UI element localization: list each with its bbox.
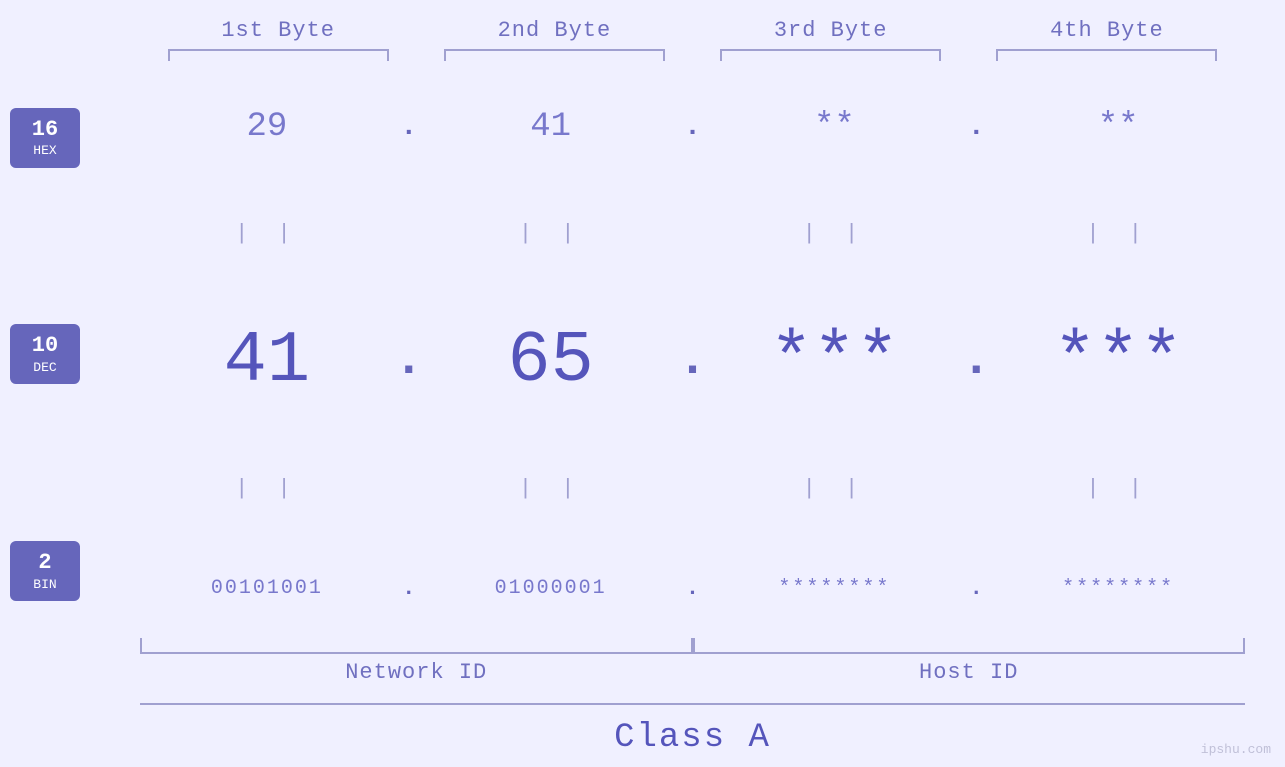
eq1-b4: | | bbox=[991, 221, 1245, 246]
hex-b4-value: ** bbox=[1098, 108, 1139, 146]
byte4-header: 4th Byte bbox=[969, 18, 1245, 43]
bin-b4-cell: ******** bbox=[991, 577, 1245, 600]
bracket-cell-1 bbox=[140, 49, 416, 61]
equals-row-1: | | | | | | | | bbox=[140, 221, 1245, 246]
bin-dot1: . bbox=[394, 576, 424, 601]
base-labels: 16 HEX 10 DEC 2 BIN bbox=[0, 71, 140, 638]
bin-num: 2 bbox=[38, 550, 51, 576]
dec-b2-value: 65 bbox=[507, 320, 593, 402]
bin-b3-value: ******** bbox=[778, 577, 890, 600]
class-label: Class A bbox=[614, 719, 771, 757]
hex-b2-value: 41 bbox=[530, 108, 571, 146]
network-id-label: Network ID bbox=[140, 660, 693, 685]
hex-badge: 16 HEX bbox=[10, 108, 80, 168]
bin-b2-cell: 01000001 bbox=[424, 577, 678, 600]
bottom-section: Network ID Host ID bbox=[140, 638, 1245, 695]
host-bracket bbox=[693, 638, 1246, 654]
eq1-b1: | | bbox=[140, 221, 394, 246]
hex-b3-value: ** bbox=[814, 108, 855, 146]
rows-section: 29 . 41 . ** . ** | | | | bbox=[140, 71, 1285, 638]
main-content: 16 HEX 10 DEC 2 BIN 29 . bbox=[0, 71, 1285, 638]
eq2-b3: | | bbox=[708, 476, 962, 501]
bin-b1-cell: 00101001 bbox=[140, 577, 394, 600]
bin-row: 00101001 . 01000001 . ******** . *******… bbox=[140, 576, 1245, 601]
dec-b1-cell: 41 bbox=[140, 320, 394, 402]
bracket-cell-4 bbox=[969, 49, 1245, 61]
dec-dot3: . bbox=[961, 332, 991, 389]
bracket-2 bbox=[444, 49, 665, 61]
equals-row-2: | | | | | | | | bbox=[140, 476, 1245, 501]
hex-dot3: . bbox=[961, 112, 991, 143]
dec-name: DEC bbox=[33, 360, 56, 376]
hex-dot2: . bbox=[678, 112, 708, 143]
hex-row: 29 . 41 . ** . ** bbox=[140, 108, 1245, 146]
bin-dot2: . bbox=[678, 576, 708, 601]
dec-b1-value: 41 bbox=[224, 320, 310, 402]
eq2-b1: | | bbox=[140, 476, 394, 501]
dec-b3-value: *** bbox=[770, 320, 900, 402]
bin-dot3: . bbox=[961, 576, 991, 601]
bracket-cell-2 bbox=[416, 49, 692, 61]
byte2-header: 2nd Byte bbox=[416, 18, 692, 43]
dec-row: 41 . 65 . *** . *** bbox=[140, 320, 1245, 402]
dec-b3-cell: *** bbox=[708, 320, 962, 402]
dec-dot1: . bbox=[394, 332, 424, 389]
main-container: 1st Byte 2nd Byte 3rd Byte 4th Byte 16 H… bbox=[0, 0, 1285, 767]
bracket-cell-3 bbox=[693, 49, 969, 61]
bin-b3-cell: ******** bbox=[708, 577, 962, 600]
hex-dot1: . bbox=[394, 112, 424, 143]
watermark: ipshu.com bbox=[1201, 742, 1271, 757]
bracket-4 bbox=[996, 49, 1217, 61]
dec-num: 10 bbox=[32, 333, 58, 359]
bin-b4-value: ******** bbox=[1062, 577, 1174, 600]
class-row: Class A bbox=[140, 703, 1245, 767]
dec-b4-cell: *** bbox=[991, 320, 1245, 402]
bin-b2-value: 01000001 bbox=[495, 577, 607, 600]
hex-num: 16 bbox=[32, 117, 58, 143]
hex-b2-cell: 41 bbox=[424, 108, 678, 146]
bottom-labels: Network ID Host ID bbox=[140, 660, 1245, 685]
hex-b4-cell: ** bbox=[991, 108, 1245, 146]
host-id-label: Host ID bbox=[693, 660, 1246, 685]
dec-badge: 10 DEC bbox=[10, 324, 80, 384]
bracket-1 bbox=[168, 49, 389, 61]
bin-b1-value: 00101001 bbox=[211, 577, 323, 600]
byte1-header: 1st Byte bbox=[140, 18, 416, 43]
eq1-b3: | | bbox=[708, 221, 962, 246]
dec-b2-cell: 65 bbox=[424, 320, 678, 402]
byte-headers: 1st Byte 2nd Byte 3rd Byte 4th Byte bbox=[140, 0, 1285, 43]
dec-b4-value: *** bbox=[1053, 320, 1183, 402]
hex-name: HEX bbox=[33, 143, 56, 159]
network-bracket bbox=[140, 638, 693, 654]
bottom-brackets bbox=[140, 638, 1245, 654]
hex-b3-cell: ** bbox=[708, 108, 962, 146]
top-brackets bbox=[140, 49, 1245, 61]
byte3-header: 3rd Byte bbox=[693, 18, 969, 43]
eq2-b2: | | bbox=[424, 476, 678, 501]
dec-dot2: . bbox=[678, 332, 708, 389]
hex-b1-cell: 29 bbox=[140, 108, 394, 146]
hex-b1-value: 29 bbox=[246, 108, 287, 146]
eq1-b2: | | bbox=[424, 221, 678, 246]
bin-name: BIN bbox=[33, 577, 56, 593]
bin-badge: 2 BIN bbox=[10, 541, 80, 601]
bracket-3 bbox=[720, 49, 941, 61]
eq2-b4: | | bbox=[991, 476, 1245, 501]
